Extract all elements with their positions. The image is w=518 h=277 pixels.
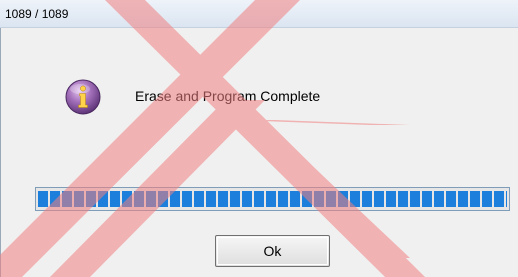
progress-track [38,191,507,207]
window-title: 1089 / 1089 [5,7,69,21]
progress-bar [35,187,510,211]
progress-fill [38,191,507,207]
ok-button[interactable]: Ok [215,235,330,267]
completion-message: Erase and Program Complete [135,88,321,104]
dialog-window: 1089 / 1089 Erase and Program Complete O… [0,0,518,277]
title-bar[interactable]: 1089 / 1089 [0,0,518,28]
window-border [0,28,1,277]
info-icon [65,79,101,115]
